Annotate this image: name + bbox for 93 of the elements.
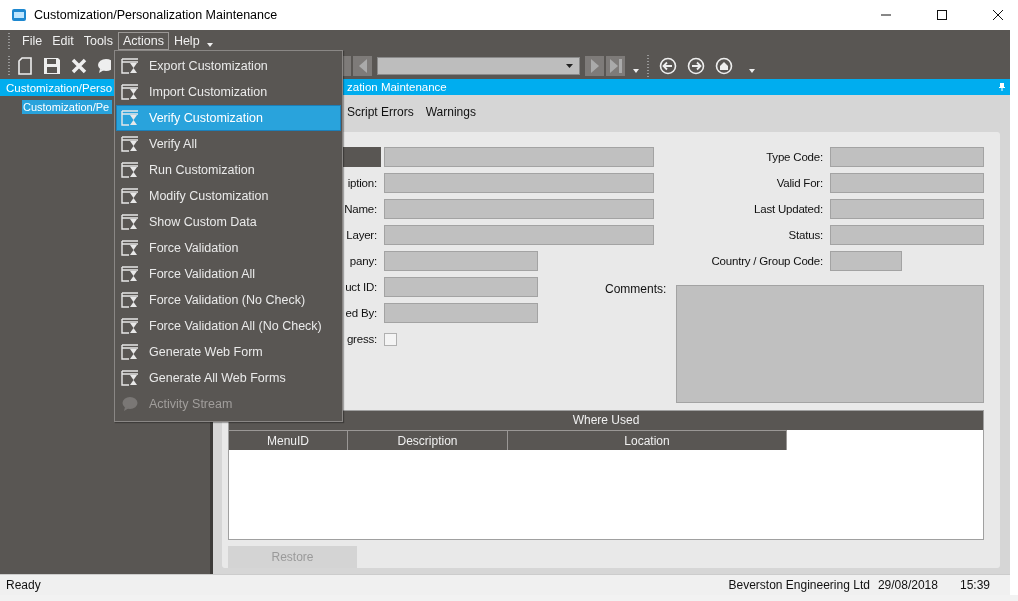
input-field[interactable] [384,277,538,297]
back-icon[interactable] [659,56,677,75]
window-hourglass-icon [121,240,139,256]
menu-item[interactable]: Force Validation All [116,261,341,287]
window-hourglass-icon [121,318,139,334]
input-field[interactable] [384,147,654,167]
menu-item[interactable]: Force Validation (No Check) [116,287,341,313]
home-icon[interactable] [715,56,733,75]
menu-item[interactable]: Run Customization [116,157,341,183]
field-label: ed By: [345,307,378,319]
tab[interactable]: Script Errors [347,104,414,119]
menu-item[interactable]: Edit [47,32,79,50]
window-title: Customization/Personalization Maintenance [34,8,278,22]
caret-icon[interactable] [633,68,639,73]
field-label: gress: [346,333,378,345]
app-icon [11,8,27,22]
input-field[interactable] [384,251,538,271]
field-label: Comments: [605,282,668,296]
window-hourglass-icon [121,58,139,74]
field-label: pany: [349,255,378,267]
input-field[interactable] [384,225,654,245]
last-button[interactable] [606,55,625,76]
panel-header: zation Maintenance [347,81,447,94]
field-label: Country / Group Code: [711,255,824,267]
speech-bubble-icon [121,396,139,412]
field-label: Valid For: [776,177,824,189]
input-field[interactable] [830,225,984,245]
status-time: 15:39 [959,578,990,592]
menu-item[interactable]: Actions [117,32,169,50]
input-field[interactable] [830,199,984,219]
menu-item[interactable]: Verify All [116,131,341,157]
column-header[interactable]: Description [348,430,508,450]
window-hourglass-icon [121,136,139,152]
first-button[interactable] [343,55,351,76]
maximize-button[interactable] [936,9,948,21]
caret-icon[interactable] [206,43,213,47]
field-label: Last Updated: [754,203,824,215]
input-field[interactable] [830,147,984,167]
input-field[interactable] [830,173,984,193]
window-hourglass-icon [121,266,139,282]
window-hourglass-icon [121,84,139,100]
window-hourglass-icon [121,162,139,178]
skip-end-icon [608,58,623,73]
menu-item[interactable]: Tools [78,32,118,50]
menu-item[interactable]: Help [168,32,205,50]
new-page-icon[interactable] [17,56,33,75]
input-field[interactable] [384,303,538,323]
input-field[interactable] [384,173,654,193]
menu-item[interactable]: Show Custom Data [116,209,341,235]
field-label: Name: [344,203,378,215]
input-field[interactable] [830,251,902,271]
record-dropdown[interactable] [377,56,580,75]
field-label: uct ID: [345,281,378,293]
field-label: Status: [788,229,824,241]
window-hourglass-icon [121,370,139,386]
menu-item[interactable]: Force Validation All (No Check) [116,313,341,339]
delete-icon[interactable] [71,57,87,74]
grip-icon [8,33,11,49]
close-button[interactable] [992,9,1004,21]
left-triangle-icon [357,58,368,73]
caret-icon [566,63,573,68]
column-header[interactable]: MenuID [229,430,348,450]
column-header[interactable]: Location [508,430,787,450]
field-label: iption: [347,177,378,189]
tab[interactable]: Warnings [425,104,476,119]
menu-item[interactable]: Generate All Web Forms [116,365,341,391]
menu-item[interactable]: Modify Customization [116,183,341,209]
right-triangle-icon [589,58,600,73]
previous-button[interactable] [353,55,372,76]
menu-item[interactable]: Generate Web Form [116,339,341,365]
speech-bubble-icon[interactable] [97,57,111,74]
status-text: Ready [6,578,41,592]
field-label: Layer: [346,229,378,241]
save-icon[interactable] [43,56,61,75]
checkbox[interactable] [384,332,397,346]
window-hourglass-icon [121,214,139,230]
pin-icon[interactable] [998,83,1006,92]
caret-icon[interactable] [749,68,755,73]
window-hourglass-icon [121,292,139,308]
window-hourglass-icon [121,110,139,126]
next-button[interactable] [585,55,604,76]
input-field[interactable] [384,199,654,219]
window-hourglass-icon [121,188,139,204]
company-name: Beverston Engineering Ltd [728,578,870,592]
grid-title: Where Used [229,411,983,430]
comments-field[interactable] [676,285,984,403]
grip-icon [8,55,11,76]
menu-item[interactable]: File [17,32,48,50]
window-hourglass-icon [121,344,139,360]
status-date: 29/08/2018 [877,578,938,592]
forward-icon[interactable] [687,56,705,75]
field-label: Type Code: [766,151,824,163]
menu-item[interactable]: Force Validation [116,235,341,261]
